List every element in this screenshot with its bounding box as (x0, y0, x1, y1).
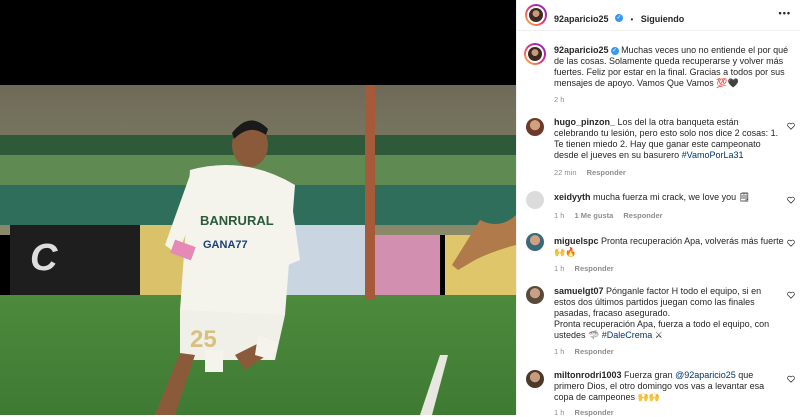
comment-avatar[interactable] (526, 370, 544, 388)
comment-username[interactable]: hugo_pinzon_ (554, 117, 615, 127)
comment-avatar[interactable] (526, 118, 544, 136)
comment-avatar[interactable] (526, 191, 544, 209)
verified-badge-icon: ✓ (615, 13, 623, 22)
post-media-pane: C BANRURAL GANA77 25 (0, 0, 516, 415)
comment-time: 22 min (554, 168, 577, 177)
heart-icon[interactable] (787, 375, 795, 383)
comment-time: 1 h (554, 211, 565, 220)
comment-item: xeidyyth mucha fuerza mi crack, we love … (554, 192, 784, 203)
caption-avatar[interactable] (524, 43, 546, 65)
comment-avatar[interactable] (526, 233, 544, 251)
comment-item: miguelspc Pronta recuperación Apa, volve… (554, 236, 784, 258)
comment-meta: 1 h Responder (554, 264, 614, 273)
comment-username[interactable]: miguelspc (554, 236, 599, 246)
svg-text:C: C (30, 237, 58, 279)
comment-item: samuelgt07 Pónganle factor H todo el equ… (554, 286, 784, 341)
jersey-sponsor-2: GANA77 (203, 239, 248, 251)
comment-time: 1 h (554, 347, 565, 356)
caption-time: 2 h (554, 95, 565, 104)
comment-meta: 1 h Responder (554, 347, 614, 356)
caption: 92aparicio25 ✓ Muchas veces uno no entien… (554, 45, 794, 89)
reply-button[interactable]: Responder (575, 264, 614, 273)
verified-badge-icon: ✓ (610, 46, 619, 55)
comment-meta: 1 h 1 Me gusta Responder (554, 211, 663, 220)
heart-icon[interactable] (787, 122, 795, 130)
heart-icon[interactable] (787, 291, 795, 299)
reply-button[interactable]: Responder (623, 211, 662, 220)
post-photo[interactable]: C BANRURAL GANA77 25 (0, 85, 516, 415)
comment-hashtag-link[interactable]: #DaleCrema (602, 330, 653, 340)
heart-icon[interactable] (787, 196, 795, 204)
comment-time: 1 h (554, 408, 565, 417)
header-user: 92aparicio25 ✓ • Siguiendo (554, 9, 684, 27)
comment-hashtag-link[interactable]: #VamoPorLa31 (682, 150, 744, 160)
more-options-icon[interactable]: ••• (779, 8, 791, 18)
header-avatar[interactable] (525, 4, 547, 26)
post-header: 92aparicio25 ✓ • Siguiendo ••• (517, 0, 800, 31)
comment-tail: ⚔ (654, 330, 663, 340)
reply-button[interactable]: Responder (587, 168, 626, 177)
comment-mention-link[interactable]: @92aparicio25 (675, 370, 736, 380)
reply-button[interactable]: Responder (575, 408, 614, 417)
comment-username[interactable]: xeidyyth (554, 192, 591, 202)
comment-text: mucha fuerza mi crack, we love you 🗒 (593, 192, 751, 202)
comment-meta: 22 min Responder (554, 168, 626, 177)
caption-username[interactable]: 92aparicio25 (554, 45, 609, 55)
jersey-sponsor-1: BANRURAL (200, 213, 274, 228)
comment-item: hugo_pinzon_ Los del la otra banqueta es… (554, 117, 784, 161)
comment-username[interactable]: samuelgt07 (554, 286, 604, 296)
likes-count[interactable]: 1 Me gusta (575, 211, 614, 220)
heart-icon[interactable] (787, 239, 795, 247)
comment-avatar[interactable] (526, 286, 544, 304)
soccer-player-image: C BANRURAL GANA77 25 (0, 85, 516, 415)
comment-item: miltonrodri1003 Fuerza gran @92aparicio2… (554, 370, 784, 403)
comment-text: Fuerza gran (624, 370, 673, 380)
header-username[interactable]: 92aparicio25 (554, 14, 609, 24)
reply-button[interactable]: Responder (575, 347, 614, 356)
comment-time: 1 h (554, 264, 565, 273)
comment-meta: 1 h Responder (554, 408, 614, 417)
comment-username[interactable]: miltonrodri1003 (554, 370, 622, 380)
jersey-number: 25 (190, 326, 217, 353)
follow-status-button[interactable]: Siguiendo (641, 14, 685, 24)
header-separator: • (630, 15, 634, 24)
post-sidebar: 92aparicio25 ✓ • Siguiendo ••• 92aparici… (516, 0, 800, 417)
